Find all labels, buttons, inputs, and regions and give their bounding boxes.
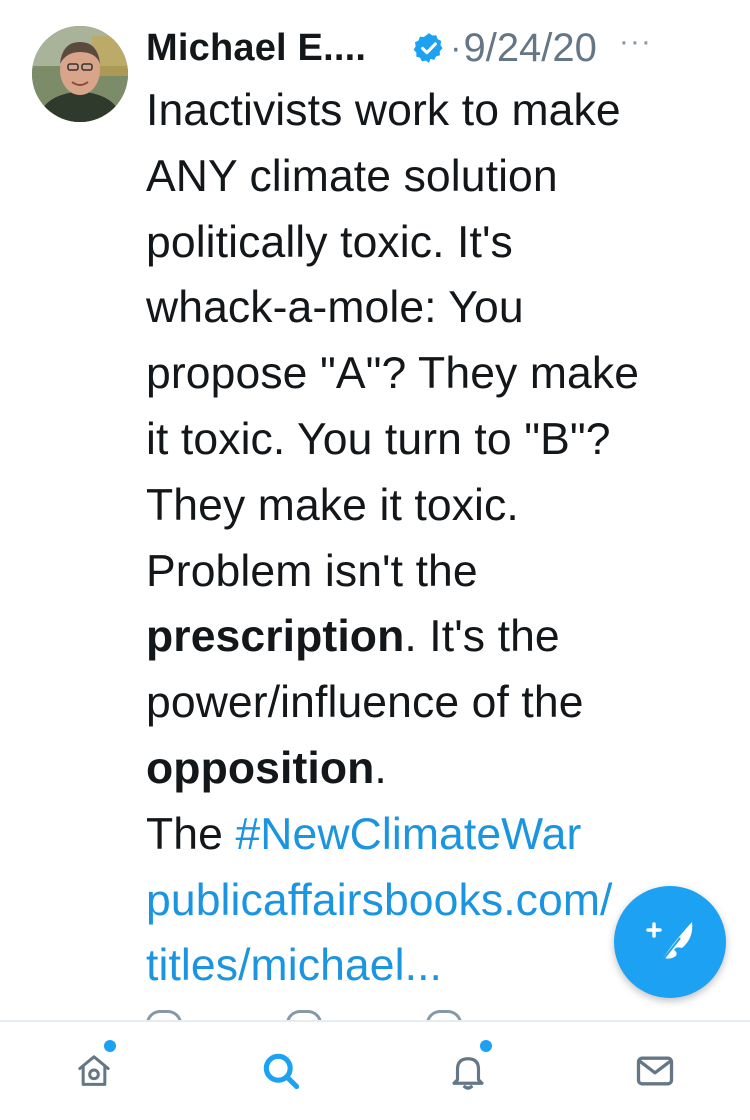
avatar-image [32, 26, 128, 122]
tweet-text-line: The #NewClimateWar [146, 802, 731, 868]
text-segment: it toxic. You turn to "B"? [146, 414, 611, 464]
bold-text: opposition [146, 743, 375, 793]
like-icon[interactable] [426, 1010, 462, 1020]
text-segment: Problem isn't the [146, 546, 478, 596]
tweet-text-line: it toxic. You turn to "B"? [146, 407, 731, 473]
envelope-icon [636, 1056, 673, 1086]
text-segment: ANY climate solution [146, 151, 558, 201]
tweet[interactable]: Michael E.... · 9/24/20 ··· Inactivists … [0, 0, 750, 1020]
url-link[interactable]: publicaffairsbooks.com/ [146, 876, 613, 925]
tweet-text-line: Problem isn't the [146, 539, 731, 605]
text-segment: propose "A"? They make [146, 349, 640, 399]
text-segment: . [374, 743, 387, 793]
reply-icon[interactable] [146, 1010, 182, 1020]
tweet-text-line: propose "A"? They make [146, 341, 731, 407]
home-notification-dot [104, 1040, 116, 1052]
tab-messages[interactable] [561, 1022, 748, 1120]
bold-text: prescription [146, 612, 405, 662]
share-icon[interactable] [566, 1010, 596, 1020]
hashtag-link[interactable]: #NewClimateWar [235, 810, 581, 859]
bottom-tab-bar [0, 1020, 750, 1120]
text-segment: Inactivists work to make [146, 86, 621, 135]
tweet-text-line: They make it toxic. [146, 473, 731, 539]
tweet-text-line: ANY climate solution [146, 144, 731, 210]
tweet-actions-row [146, 1010, 706, 1020]
tab-search[interactable] [187, 1022, 374, 1120]
tweet-text-line: opposition. [146, 736, 731, 802]
bell-icon [451, 1057, 484, 1090]
tweet-text-line: Inactivists work to make [146, 78, 731, 144]
tweet-text-line: whack-a-mole: You [146, 275, 731, 341]
retweet-icon[interactable] [286, 1010, 322, 1020]
tab-notifications[interactable] [374, 1022, 561, 1120]
author-name[interactable]: Michael E.... [146, 27, 366, 70]
separator-dot: · [450, 28, 462, 67]
text-segment: politically toxic. It's [146, 217, 513, 267]
tweet-text-line: politically toxic. It's [146, 210, 731, 276]
compose-quill-icon [646, 922, 693, 967]
tweet-date[interactable]: 9/24/20 [463, 26, 596, 71]
tweet-text-line: power/influence of the [146, 670, 731, 736]
notifications-dot [480, 1040, 492, 1052]
tweet-body: Inactivists work to make ANY climate solu… [146, 78, 731, 999]
url-link[interactable]: titles/michael... [146, 941, 442, 990]
more-options-icon[interactable]: ··· [619, 25, 652, 59]
text-segment: . It's the [404, 612, 560, 662]
search-icon [263, 1053, 299, 1090]
verified-badge-icon [412, 31, 446, 65]
text-segment: whack-a-mole: You [146, 283, 524, 333]
tab-home[interactable] [0, 1022, 187, 1120]
text-segment: They make it toxic. [146, 480, 519, 530]
tweet-header: Michael E.... · 9/24/20 ··· [146, 22, 726, 74]
compose-tweet-button[interactable] [614, 886, 726, 998]
avatar[interactable] [32, 26, 128, 122]
home-icon [77, 1055, 110, 1086]
text-segment: The [146, 809, 236, 859]
tweet-text-line: prescription. It's the [146, 604, 731, 670]
text-segment: power/influence of the [146, 678, 584, 728]
